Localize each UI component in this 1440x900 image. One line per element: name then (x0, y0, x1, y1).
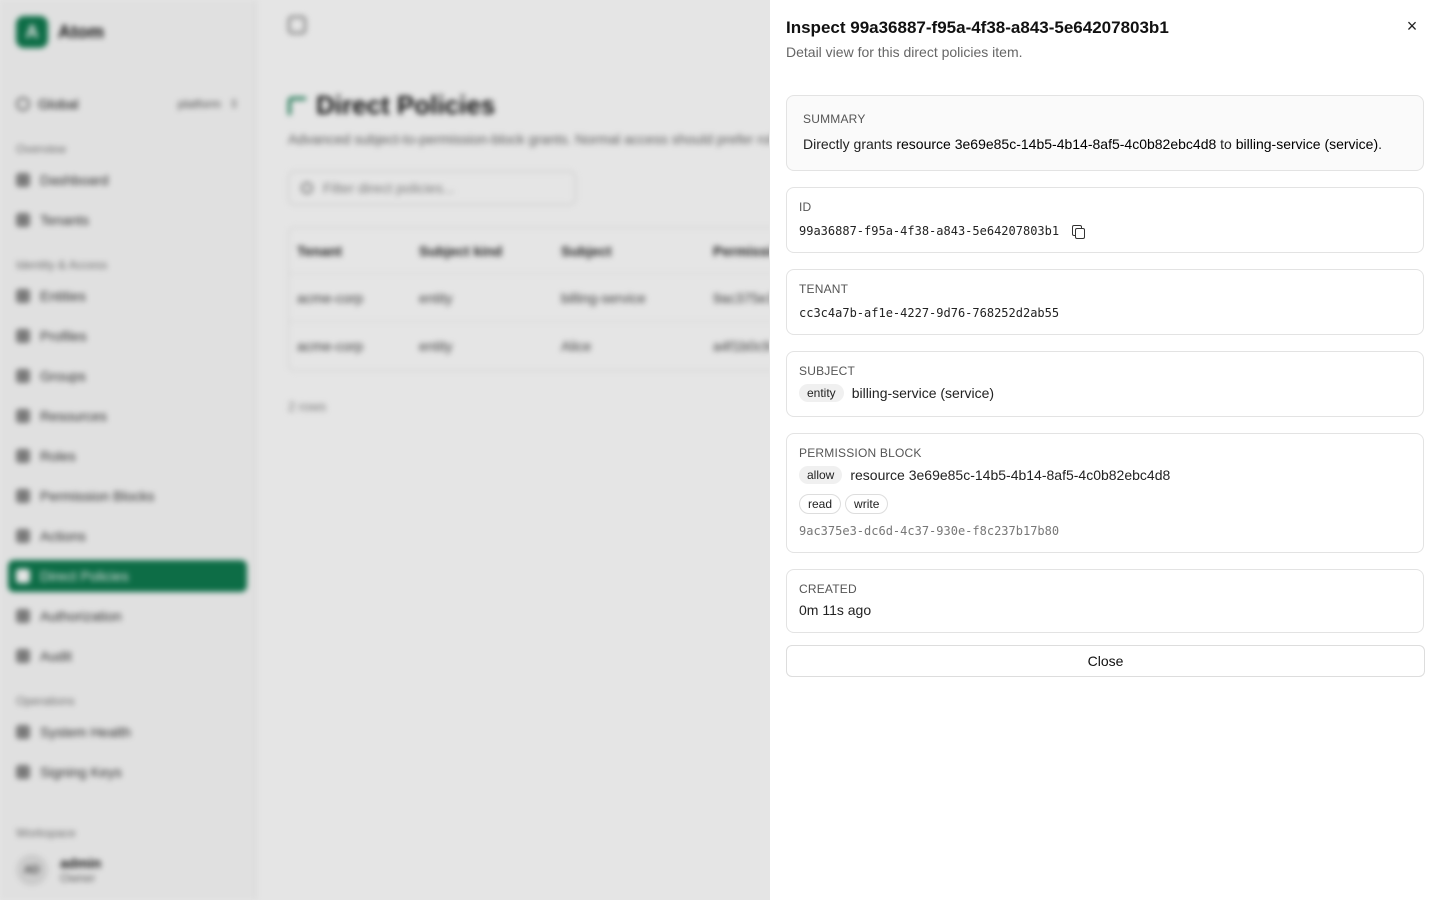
summary-resource: resource 3e69e85c-14b5-4b14-8af5-4c0b82e… (896, 136, 1217, 152)
subject-kind-badge: entity (799, 384, 844, 402)
card-label: Permission Block (799, 446, 922, 460)
effect-badge: allow (799, 466, 843, 484)
card-label: Summary (803, 112, 866, 126)
close-button[interactable]: Close (786, 645, 1425, 677)
tenant-card: Tenant cc3c4a7b-af1e-4227-9d76-768252d2a… (786, 269, 1424, 335)
action-chip-read: read (799, 494, 842, 514)
created-card: Created 0m 11s ago (786, 569, 1424, 633)
summary-text: Directly grants resource 3e69e85c-14b5-4… (803, 136, 1407, 152)
action-chip-write: write (845, 494, 889, 514)
permission-block-card: Permission Block allow resource 3e69e85c… (786, 433, 1424, 553)
summary-card: Summary Directly grants resource 3e69e85… (786, 95, 1424, 171)
permission-resource: resource 3e69e85c-14b5-4b14-8af5-4c0b82e… (850, 467, 1171, 483)
summary-prefix: Directly grants (803, 136, 897, 152)
summary-suffix: . (1378, 136, 1383, 152)
copy-icon[interactable] (1071, 224, 1086, 239)
id-value: 99a36887-f95a-4f38-a843-5e64207803b1 (799, 224, 1060, 238)
sheet-title: Inspect 99a36887-f95a-4f38-a843-5e642078… (786, 18, 1169, 37)
permission-block-id: 9ac375e3-dc6d-4c37-930e-f8c237b17b80 (799, 524, 1060, 538)
summary-middle: to (1216, 136, 1236, 152)
card-label: Tenant (799, 282, 849, 296)
summary-subject: billing-service (service) (1235, 136, 1379, 152)
card-label: Created (799, 582, 857, 596)
close-icon[interactable]: × (1400, 14, 1424, 38)
card-label: Subject (799, 364, 856, 378)
tenant-value: cc3c4a7b-af1e-4227-9d76-768252d2ab55 (799, 306, 1060, 320)
created-value: 0m 11s ago (799, 602, 872, 618)
sheet-description: Detail view for this direct policies ite… (786, 44, 1023, 60)
card-label: ID (799, 200, 812, 214)
action-chips: read write (799, 494, 1411, 514)
subject-card: Subject entity billing-service (service) (786, 351, 1424, 417)
subject-name: billing-service (service) (851, 385, 995, 401)
id-card: ID 99a36887-f95a-4f38-a843-5e64207803b1 (786, 187, 1424, 253)
inspector-sheet: × Inspect 99a36887-f95a-4f38-a843-5e6420… (769, 0, 1440, 900)
